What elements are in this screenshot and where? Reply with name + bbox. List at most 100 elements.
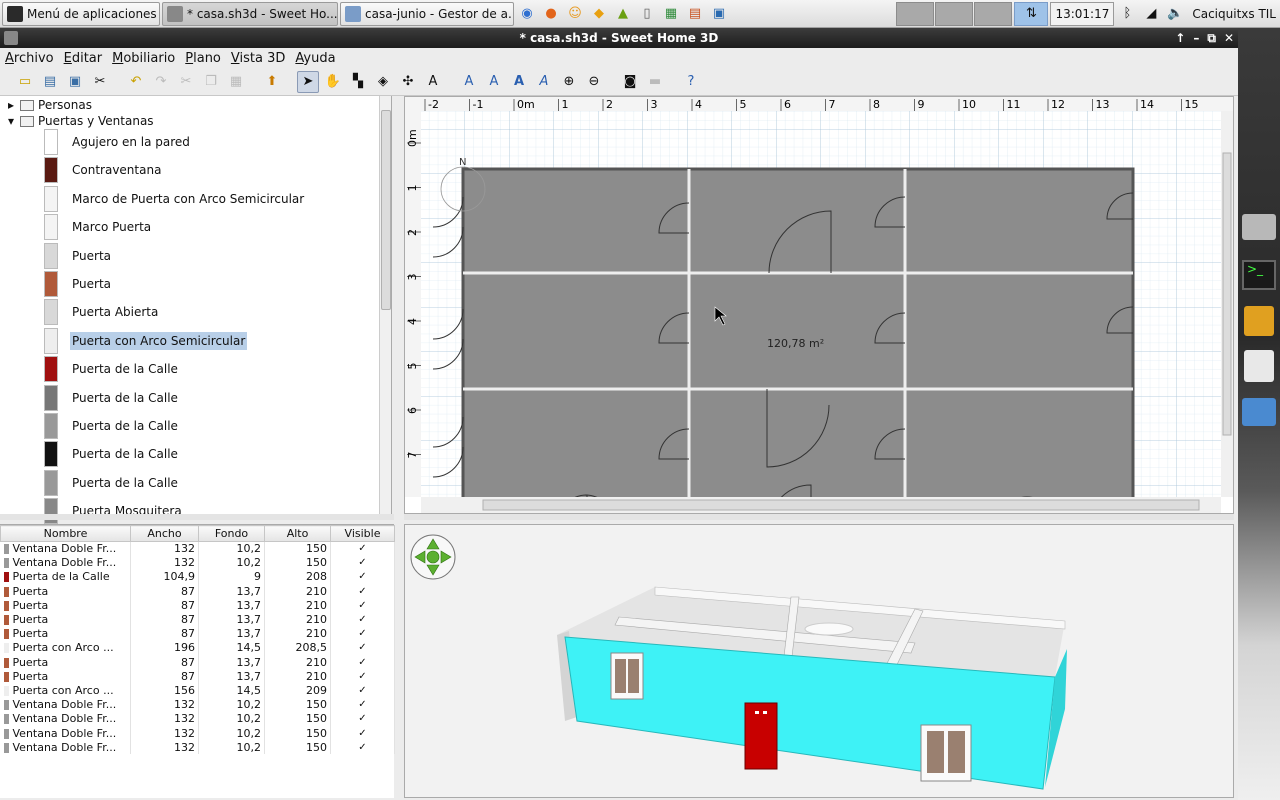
workspace-1[interactable] xyxy=(896,1,935,26)
preferences-icon[interactable]: ✂ xyxy=(89,71,111,93)
column-header-nombre[interactable]: Nombre xyxy=(0,525,131,542)
increase-text-icon[interactable]: A xyxy=(483,71,505,93)
category-puertas-ventanas[interactable]: ▾ Puertas y Ventanas xyxy=(8,114,154,128)
help-icon[interactable]: ? xyxy=(680,71,702,93)
catalog-item[interactable]: Puerta xyxy=(44,270,113,298)
create-dimensions-icon[interactable]: ✣ xyxy=(397,71,419,93)
table-row[interactable]: Ventana Doble Fr... 132 10,2 150 ✓ xyxy=(0,541,395,556)
table-row[interactable]: Puerta 87 13,7 210 ✓ xyxy=(0,655,395,670)
minimize-window-button[interactable]: – xyxy=(1193,28,1199,48)
menu-editar[interactable]: Editar xyxy=(59,51,108,66)
chromium-icon[interactable]: ◉ xyxy=(516,3,538,25)
workspace-3[interactable] xyxy=(974,1,1013,26)
open-file-icon[interactable]: ▤ xyxy=(39,71,61,93)
visible-checkbox[interactable]: ✓ xyxy=(330,725,395,741)
add-text-icon[interactable]: A xyxy=(422,71,444,93)
visible-checkbox[interactable]: ✓ xyxy=(330,626,395,641)
column-header-fondo[interactable]: Fondo xyxy=(198,525,265,542)
catalog-item[interactable]: Puerta de la Calle xyxy=(44,469,180,497)
visible-checkbox[interactable]: ✓ xyxy=(330,569,395,585)
tree-expand-icon[interactable]: ▸ xyxy=(8,98,14,112)
menu-archivo[interactable]: Archivo xyxy=(0,51,59,66)
search-icon[interactable] xyxy=(1244,350,1274,382)
workspace-2[interactable] xyxy=(935,1,974,26)
column-header-visible[interactable]: Visible xyxy=(330,525,395,542)
scanner-icon[interactable] xyxy=(1242,214,1276,240)
add-furniture-icon[interactable]: ⬆ xyxy=(261,71,283,93)
visible-checkbox[interactable]: ✓ xyxy=(330,697,395,712)
archive-icon[interactable] xyxy=(1244,306,1274,336)
firefox-icon[interactable]: ● xyxy=(540,3,562,25)
table-row[interactable]: Ventana Doble Fr... 132 10,2 150 ✓ xyxy=(0,711,395,726)
zoom-out-icon[interactable]: ⊖ xyxy=(583,71,605,93)
redo-icon[interactable]: ↷ xyxy=(150,71,172,93)
category-personas[interactable]: ▸ Personas xyxy=(8,98,92,112)
table-row[interactable]: Ventana Doble Fr... 132 10,2 150 ✓ xyxy=(0,555,395,570)
menu-ayuda[interactable]: Ayuda xyxy=(290,51,340,66)
room-area-label[interactable]: 120,78 m² xyxy=(767,337,824,350)
create-video-icon[interactable]: ▬ xyxy=(644,71,666,93)
user-name[interactable]: Caciquitxs TIL xyxy=(1192,7,1276,21)
cut-icon[interactable]: ✂ xyxy=(175,71,197,93)
app-green-icon[interactable]: ▲ xyxy=(612,3,634,25)
table-row[interactable]: Ventana Doble Fr... 132 10,2 150 ✓ xyxy=(0,725,395,741)
presentation-icon[interactable]: ▤ xyxy=(684,3,706,25)
pan-mode-icon[interactable]: ✋ xyxy=(322,71,344,93)
visible-checkbox[interactable]: ✓ xyxy=(330,655,395,670)
folder-icon[interactable] xyxy=(1242,398,1276,426)
wifi-icon[interactable]: ◢ xyxy=(1140,3,1162,25)
create-photo-icon[interactable]: ◙ xyxy=(619,71,641,93)
catalog-item[interactable]: Puerta de la Calle xyxy=(44,355,180,383)
catalog-item[interactable]: Puerta xyxy=(44,242,113,270)
plan-splitter[interactable] xyxy=(404,514,1234,520)
table-row[interactable]: Puerta con Arco ... 196 14,5 208,5 ✓ xyxy=(0,640,395,655)
table-row[interactable]: Puerta 87 13,7 210 ✓ xyxy=(0,626,395,641)
save-file-icon[interactable]: ▣ xyxy=(64,71,86,93)
visible-checkbox[interactable]: ✓ xyxy=(330,640,395,655)
catalog-item[interactable]: Puerta de la Calle xyxy=(44,384,180,412)
create-rooms-icon[interactable]: ◈ xyxy=(372,71,394,93)
column-header-alto[interactable]: Alto xyxy=(264,525,331,542)
italic-text-icon[interactable]: A xyxy=(533,71,555,93)
task-sweethome[interactable]: * casa.sh3d - Sweet Ho... xyxy=(162,1,338,26)
visible-checkbox[interactable]: ✓ xyxy=(330,598,395,613)
catalog-item[interactable]: Puerta de la Calle xyxy=(44,440,180,468)
table-row[interactable]: Ventana Doble Fr... 132 10,2 150 ✓ xyxy=(0,740,395,755)
paste-icon[interactable]: ▦ xyxy=(225,71,247,93)
catalog-item[interactable]: Marco de Puerta con Arco Semicircular xyxy=(44,185,306,213)
visible-checkbox[interactable]: ✓ xyxy=(330,669,395,684)
plan-canvas[interactable]: -2 -1 0m 1 2 3 4 5 6 7 8 9 10 11 12 13 14 15 0m1234567 xyxy=(405,97,1233,527)
app-orange-icon[interactable]: ◆ xyxy=(588,3,610,25)
terminal-icon[interactable]: >_ xyxy=(1242,260,1276,290)
table-row[interactable]: Puerta de la Calle 104,9 9 208 ✓ xyxy=(0,569,395,585)
catalog-scrollbar[interactable] xyxy=(379,96,391,514)
visible-checkbox[interactable]: ✓ xyxy=(330,555,395,570)
catalog-item[interactable]: Puerta Mosquitera xyxy=(44,497,184,525)
clock[interactable]: 13:01:17 xyxy=(1050,1,1115,26)
visible-checkbox[interactable]: ✓ xyxy=(330,740,395,755)
scrollbar-thumb[interactable] xyxy=(381,110,391,310)
plan-view[interactable]: -2 -1 0m 1 2 3 4 5 6 7 8 9 10 11 12 13 14 15 0m 1 2 3 4 5 6 7 xyxy=(404,96,1234,527)
catalog-item[interactable]: Puerta Abierta xyxy=(44,298,160,326)
table-row[interactable]: Puerta 87 13,7 210 ✓ xyxy=(0,598,395,613)
create-walls-icon[interactable]: ▚ xyxy=(347,71,369,93)
bold-text-icon[interactable]: A xyxy=(508,71,530,93)
network-icon[interactable]: ⇅ xyxy=(1014,1,1049,26)
menu-vista-3d[interactable]: Vista 3D xyxy=(226,51,290,66)
plan-hscroll-thumb[interactable] xyxy=(482,499,1200,511)
catalog-item[interactable]: Contraventana xyxy=(44,156,163,184)
table-row[interactable]: Puerta 87 13,7 210 ✓ xyxy=(0,584,395,599)
column-header-ancho[interactable]: Ancho xyxy=(130,525,199,542)
task-file-manager[interactable]: casa-junio - Gestor de a... xyxy=(340,1,514,26)
table-row[interactable]: Puerta con Arco ... 156 14,5 209 ✓ xyxy=(0,683,395,698)
zoom-in-icon[interactable]: ⊕ xyxy=(558,71,580,93)
visible-checkbox[interactable]: ✓ xyxy=(330,584,395,599)
catalog-item[interactable]: Puerta de la Calle xyxy=(44,412,180,440)
maximize-window-button[interactable]: ⧉ xyxy=(1207,28,1216,48)
3d-canvas[interactable] xyxy=(405,525,1233,797)
close-window-button[interactable]: ✕ xyxy=(1224,28,1234,48)
document-icon[interactable]: ▯ xyxy=(636,3,658,25)
table-row[interactable]: Puerta 87 13,7 210 ✓ xyxy=(0,669,395,684)
table-row[interactable]: Ventana Doble Fr... 132 10,2 150 ✓ xyxy=(0,697,395,712)
visible-checkbox[interactable]: ✓ xyxy=(330,711,395,726)
